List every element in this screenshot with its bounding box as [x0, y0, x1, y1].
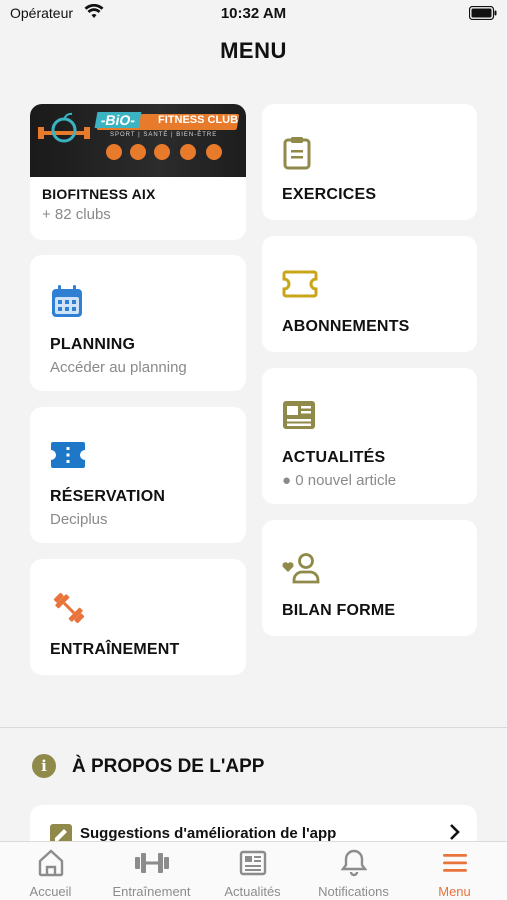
fitness-report-label: BILAN FORME: [282, 602, 396, 619]
banner-feature-icon: [130, 144, 146, 160]
training-label: ENTRAÎNEMENT: [50, 641, 180, 658]
tab-menu-label: Menu: [438, 884, 471, 899]
reservation-label: RÉSERVATION: [50, 488, 166, 505]
training-card[interactable]: ENTRAÎNEMENT: [30, 559, 246, 675]
banner-subline: SPORT | SANTÉ | BIEN-ÊTRE: [110, 132, 218, 138]
battery-icon: [469, 6, 497, 20]
banner-feature-icon: [106, 144, 122, 160]
info-icon: i: [32, 754, 56, 778]
newspaper-icon: [283, 401, 315, 429]
fitness-report-card[interactable]: BILAN FORME: [262, 520, 477, 636]
menu-icon: [443, 854, 467, 872]
news-count: ● 0 nouvel article: [282, 472, 397, 489]
tab-menu[interactable]: Menu: [404, 842, 505, 900]
planning-label: PLANNING: [50, 336, 136, 353]
tab-training-label: Entraînement: [112, 884, 191, 899]
banner-feature-icon: [206, 144, 222, 160]
status-time: 10:32 AM: [220, 5, 287, 22]
news-card[interactable]: ACTUALITÉS ● 0 nouvel article: [262, 368, 477, 504]
about-title: À PROPOS DE L'APP: [72, 756, 265, 777]
bell-icon: [340, 849, 368, 877]
page-title: MENU: [220, 38, 287, 63]
home-icon: [38, 849, 64, 877]
tab-training[interactable]: Entraînement: [101, 842, 202, 900]
club-banner-image: -BiO- FITNESS CLUB SPORT | SANTÉ | BIEN-…: [30, 104, 246, 177]
newspaper-icon: [239, 850, 267, 876]
chevron-right-icon: [450, 824, 460, 840]
subscriptions-card[interactable]: ABONNEMENTS: [262, 236, 477, 352]
tab-notifications[interactable]: Notifications: [303, 842, 404, 900]
exercises-card[interactable]: EXERCICES: [262, 104, 477, 220]
news-label: ACTUALITÉS: [282, 449, 386, 466]
user-heart-icon: [282, 553, 320, 584]
subscriptions-label: ABONNEMENTS: [282, 318, 410, 335]
club-card[interactable]: -BiO- FITNESS CLUB SPORT | SANTÉ | BIEN-…: [30, 104, 246, 240]
tab-home-label: Accueil: [29, 884, 72, 899]
banner-feature-icon: [154, 144, 170, 160]
apple-dumbbell-logo-icon: [38, 112, 90, 143]
suggestions-label: Suggestions d'amélioration de l'app: [80, 825, 337, 842]
banner-feature-icon: [180, 144, 196, 160]
banner-brand: -BiO-: [94, 112, 142, 128]
tab-news[interactable]: Actualités: [202, 842, 303, 900]
ticket-outline-icon: [282, 270, 318, 298]
club-count: + 82 clubs: [42, 206, 111, 223]
tab-news-label: Actualités: [224, 884, 281, 899]
dumbbell-icon: [53, 592, 85, 624]
ticket-icon: [51, 442, 85, 468]
tab-notifications-label: Notifications: [318, 884, 389, 899]
exercises-label: EXERCICES: [282, 186, 377, 203]
club-name: BIOFITNESS AIX: [42, 186, 156, 202]
reservation-sub: Deciplus: [50, 511, 108, 528]
tab-bar: Accueil Entraînement Actualités Notifica…: [0, 841, 507, 900]
banner-tagline: FITNESS CLUB: [158, 114, 239, 126]
status-bar: Opérateur 10:32 AM: [0, 0, 507, 30]
tab-home[interactable]: Accueil: [0, 842, 101, 900]
dumbbell-icon: [135, 853, 169, 873]
planning-sub: Accéder au planning: [50, 359, 187, 376]
planning-card[interactable]: PLANNING Accéder au planning: [30, 255, 246, 391]
about-section: i À PROPOS DE L'APP Suggestions d'amélio…: [0, 728, 507, 865]
clipboard-icon: [283, 137, 311, 170]
reservation-card[interactable]: RÉSERVATION Deciplus: [30, 407, 246, 543]
calendar-icon: [52, 285, 82, 317]
